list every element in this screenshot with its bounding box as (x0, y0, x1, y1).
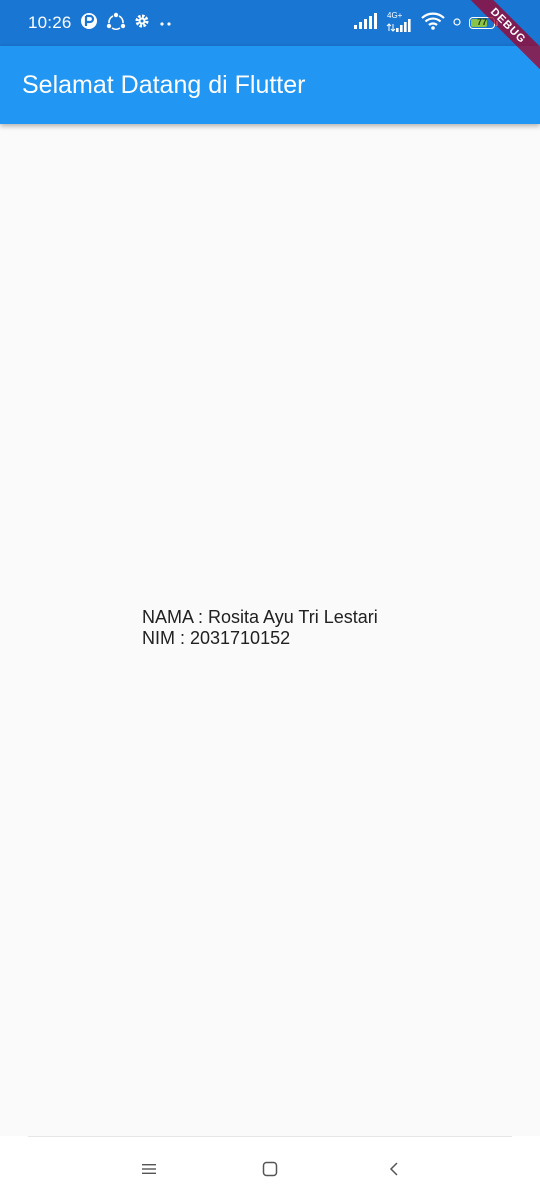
sync-icon (106, 12, 126, 35)
battery-icon: 77 (469, 17, 498, 29)
settings-gear-icon (134, 13, 150, 34)
app-bar-title: Selamat Datang di Flutter (22, 70, 306, 99)
home-icon (262, 1161, 278, 1177)
app-bar: Selamat Datang di Flutter (0, 46, 540, 124)
more-notifications-icon (158, 14, 174, 32)
page-body: NAMA : Rosita Ayu Tri Lestari NIM : 2031… (0, 124, 540, 1136)
home-button[interactable] (255, 1154, 285, 1184)
link-icon (453, 14, 461, 32)
signal-4g-icon: 4G+ (385, 11, 413, 34)
system-navigation-bar (0, 1136, 540, 1200)
nav-divider (28, 1136, 512, 1137)
signal-strength-icon (353, 12, 377, 34)
status-time: 10:26 (28, 13, 72, 32)
status-left: 10:26 (28, 0, 174, 46)
student-nim-text: NIM : 2031710152 (142, 628, 291, 648)
status-bar: 10:26 4G+ 77 (0, 0, 540, 46)
battery-tip (496, 20, 498, 26)
student-name-text: NAMA : Rosita Ayu Tri Lestari (142, 607, 378, 627)
battery-body: 77 (469, 17, 495, 29)
menu-icon (142, 1164, 156, 1174)
recent-apps-button[interactable] (134, 1154, 164, 1184)
wifi-icon (421, 12, 445, 35)
student-info: NAMA : Rosita Ayu Tri Lestari NIM : 2031… (142, 607, 378, 649)
back-button[interactable] (379, 1154, 409, 1184)
back-icon (389, 1162, 398, 1176)
battery-level: 77 (476, 17, 487, 27)
app-notification-icon (80, 12, 98, 35)
status-right: 4G+ 77 (353, 0, 498, 46)
